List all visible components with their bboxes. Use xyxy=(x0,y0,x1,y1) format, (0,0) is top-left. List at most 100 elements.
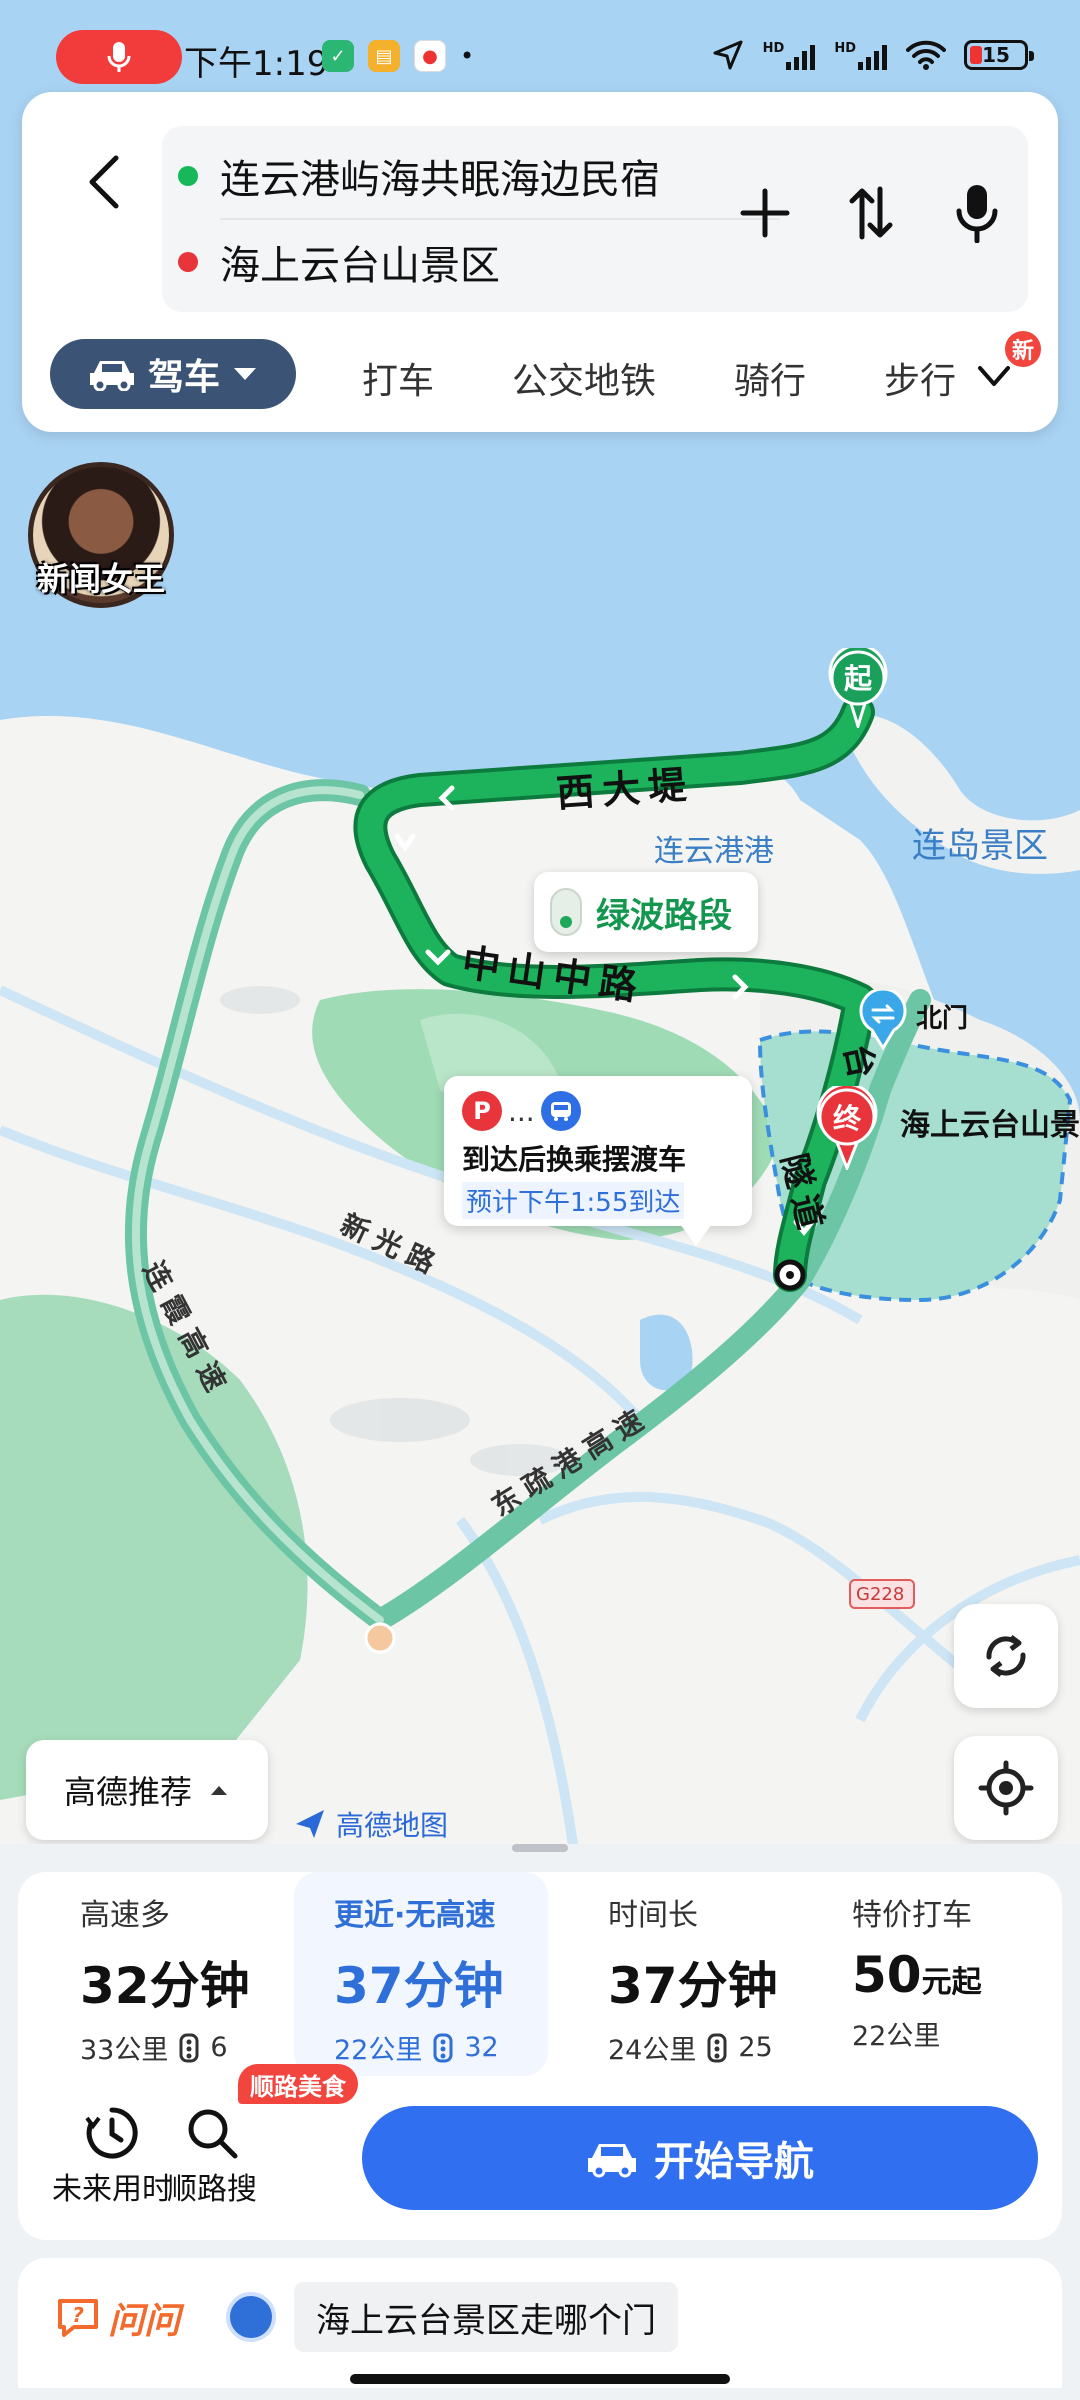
parking-icon: P xyxy=(462,1091,502,1131)
route-plan-distance: 22公里 xyxy=(852,2021,941,2052)
search-along-button[interactable]: 顺路搜 xyxy=(142,2102,282,2208)
voice-input-button[interactable] xyxy=(944,180,1010,246)
refresh-route-button[interactable] xyxy=(954,1604,1058,1708)
suggested-question[interactable]: 海上云台景区走哪个门 xyxy=(294,2282,678,2352)
start-dot-icon xyxy=(178,166,198,186)
route-search-card: 连云港屿海共眠海边民宿 海上云台山景区 驾车 打车 公交地铁 骑行 步行 新 xyxy=(22,92,1058,432)
locate-button[interactable] xyxy=(954,1736,1058,1840)
route-actions-bar: 未来用时 顺路搜 顺路美食 开始导航 xyxy=(18,2064,1062,2240)
battery-indicator: 15 xyxy=(964,40,1034,70)
place-label-port: 连云港港 xyxy=(654,834,774,869)
locate-icon xyxy=(978,1760,1034,1816)
caret-down-icon xyxy=(234,368,256,380)
start-marker[interactable]: 起 xyxy=(828,643,888,732)
new-badge: 新 xyxy=(1002,328,1044,370)
amap-logo-icon xyxy=(296,1810,324,1838)
travel-mode-tabs: 驾车 打车 公交地铁 骑行 步行 新 xyxy=(50,328,1050,410)
north-gate-marker[interactable] xyxy=(858,987,908,1051)
route-plans: 高速多 32分钟 33公里 6 更近·无高速 37分钟 22公里 32 时间长 … xyxy=(18,1872,1062,2076)
end-dot-icon xyxy=(178,252,198,272)
microphone-icon xyxy=(107,42,131,72)
end-marker[interactable]: 终 xyxy=(816,1082,878,1173)
search-icon xyxy=(188,2109,238,2159)
plus-icon xyxy=(740,188,790,238)
green-wave-tip[interactable]: 绿波路段 xyxy=(534,872,758,952)
route-plan-title: 更近·无高速 xyxy=(334,1898,496,1933)
place-label-beimen: 北门 xyxy=(916,1004,969,1034)
ask-logo-text: 问问 xyxy=(108,2301,181,2342)
sheet-drag-handle[interactable] xyxy=(512,1844,568,1852)
status-time: 下午1:19 xyxy=(184,44,329,84)
start-navigation-button[interactable]: 开始导航 xyxy=(362,2106,1038,2210)
route-plan-2[interactable]: 更近·无高速 37分钟 22公里 32 xyxy=(294,1872,548,2076)
svg-text:?: ? xyxy=(72,2303,84,2327)
promo-avatar-label: 新闻女王 xyxy=(36,560,165,598)
refresh-icon xyxy=(986,1635,1026,1677)
promo-avatar[interactable]: 新闻女王 xyxy=(28,462,174,608)
bus-icon xyxy=(540,1091,581,1131)
tab-driving[interactable]: 驾车 xyxy=(50,339,296,409)
route-plan-lights: 6 xyxy=(210,2032,228,2063)
end-point-field[interactable]: 海上云台山景区 xyxy=(178,222,500,302)
route-plan-3[interactable]: 时间长 37分钟 24公里 25 xyxy=(566,1872,826,2076)
tab-cycling[interactable]: 骑行 xyxy=(734,352,806,404)
clock-icon xyxy=(85,2107,138,2159)
green-wave-label: 绿波路段 xyxy=(596,895,732,936)
route-plan-time: 37分钟 xyxy=(608,1957,778,2015)
amap-logo-text: 高德地图 xyxy=(336,1809,449,1842)
start-marker-label: 起 xyxy=(844,662,873,695)
road-shield-g228: G228 xyxy=(856,1584,905,1605)
more-notifications-icon: • xyxy=(460,42,475,70)
car-icon xyxy=(588,2144,636,2178)
wifi-icon xyxy=(906,40,946,70)
route-preference-select[interactable]: 高德推荐 xyxy=(26,1740,268,1840)
ask-logo[interactable]: ? 问问 xyxy=(56,2292,180,2344)
route-plan-title: 时间长 xyxy=(608,1898,698,1933)
screen-record-indicator[interactable] xyxy=(56,30,182,84)
signal-2-icon: HD xyxy=(834,41,888,70)
route-plan-1[interactable]: 高速多 32分钟 33公里 6 xyxy=(18,1872,288,2076)
shuttle-tip-title: 到达后换乘摆渡车 xyxy=(462,1143,687,1176)
start-point-text: 连云港屿海共眠海边民宿 xyxy=(220,157,660,203)
map-app-icon: ● xyxy=(414,40,446,72)
traffic-light-icon xyxy=(179,2033,199,2062)
location-arrow-icon xyxy=(713,40,743,70)
route-plan-taxi[interactable]: 特价打车 50元起 22公里 xyxy=(826,1872,1062,2076)
place-label-liandao: 连岛景区 xyxy=(912,826,1048,866)
tab-transit[interactable]: 公交地铁 xyxy=(512,352,656,404)
car-icon xyxy=(89,361,134,391)
tab-driving-label: 驾车 xyxy=(147,357,220,398)
place-label-scenic: 海上云台山景 xyxy=(900,1108,1080,1143)
route-plan-time: 32分钟 xyxy=(80,1957,250,2015)
shuttle-tip-eta: 预计下午1:55到达 xyxy=(462,1182,685,1219)
amap-logo: 高德地图 xyxy=(292,1804,448,1844)
tab-walking[interactable]: 步行 xyxy=(884,352,956,404)
route-plan-title: 高速多 xyxy=(80,1898,170,1933)
tip-dots: ... xyxy=(508,1094,535,1128)
route-plan-distance: 22公里 xyxy=(334,2035,423,2066)
caret-up-icon xyxy=(211,1786,227,1795)
shield-app-icon: ✓ xyxy=(322,40,354,72)
traffic-light-icon xyxy=(707,2033,727,2062)
add-waypoint-button[interactable] xyxy=(732,180,798,246)
more-modes-button[interactable]: 新 xyxy=(968,328,1044,410)
route-plan-distance: 33公里 xyxy=(80,2035,169,2066)
shuttle-tip[interactable]: P ... 到达后换乘摆渡车 预计下午1:55到达 xyxy=(444,1076,752,1246)
taxi-price-unit: 元起 xyxy=(921,1965,982,2000)
swap-icon xyxy=(849,186,893,240)
notes-app-icon: ▤ xyxy=(368,40,400,72)
status-bar: 下午1:19 ✓ ▤ ● • HD HD 15 xyxy=(0,0,1080,92)
back-button[interactable] xyxy=(56,134,152,230)
route-preference-label: 高德推荐 xyxy=(63,1773,192,1811)
taxi-price: 50 xyxy=(852,1946,922,2004)
home-indicator[interactable] xyxy=(350,2374,730,2384)
tab-taxi[interactable]: 打车 xyxy=(362,352,434,404)
route-plan-lights: 25 xyxy=(738,2032,773,2063)
swap-route-button[interactable] xyxy=(838,180,904,246)
start-navigation-label: 开始导航 xyxy=(654,2139,814,2185)
route-input-box: 连云港屿海共眠海边民宿 海上云台山景区 xyxy=(162,126,1028,312)
assistant-mascot-icon xyxy=(226,2292,276,2342)
route-divider xyxy=(220,218,780,220)
start-point-field[interactable]: 连云港屿海共眠海边民宿 xyxy=(178,136,660,216)
chat-question-icon: ? xyxy=(58,2299,98,2337)
